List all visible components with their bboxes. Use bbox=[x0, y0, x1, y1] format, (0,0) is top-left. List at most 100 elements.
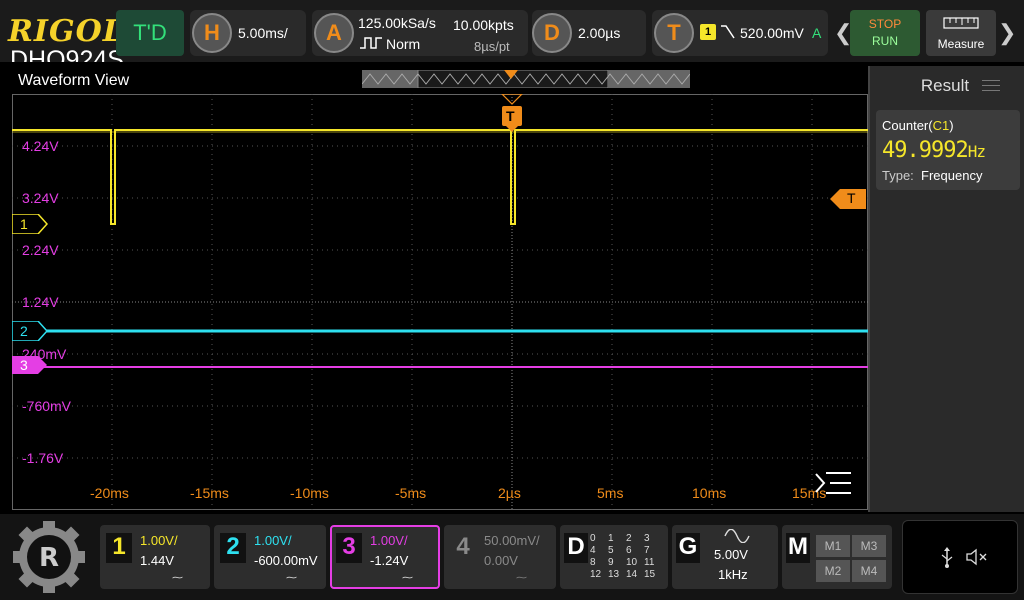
svg-text:R: R bbox=[39, 543, 59, 573]
stop-label: STOP bbox=[868, 17, 902, 31]
channel-2-scale: 1.00V/ bbox=[254, 533, 292, 548]
channel-3-scale: 1.00V/ bbox=[370, 533, 408, 548]
counter-type-value: Frequency bbox=[921, 168, 983, 183]
measure-button[interactable]: Measure bbox=[926, 10, 996, 56]
trigger-mode-button[interactable]: T'D bbox=[116, 10, 184, 56]
time-label: 2µs bbox=[498, 485, 521, 501]
trigger-key-icon[interactable]: T bbox=[654, 13, 694, 53]
acquire-mode: Norm bbox=[386, 36, 421, 52]
channel-2-offset: -600.00mV bbox=[254, 553, 318, 568]
volt-label: 2.24V bbox=[22, 242, 59, 258]
digital-ch-num: 12 bbox=[590, 569, 602, 580]
channel-1-scale: 1.00V/ bbox=[140, 533, 178, 548]
digital-ch-num: 0 bbox=[590, 533, 596, 544]
channel-3-offset: -1.24V bbox=[370, 553, 409, 568]
time-label: -10ms bbox=[290, 485, 329, 501]
waveform-view-title: Waveform View bbox=[18, 72, 130, 89]
horizontal-key-icon[interactable]: H bbox=[192, 13, 232, 53]
volt-label: -1.76V bbox=[22, 450, 64, 466]
generator-frequency: 1kHz bbox=[718, 567, 748, 582]
dc-coupling-icon: ⁓ bbox=[402, 572, 413, 584]
ch3-marker[interactable] bbox=[12, 356, 48, 374]
acquire-key-icon[interactable]: A bbox=[314, 13, 354, 53]
counter-result-card[interactable]: Counter(C1) 49.9992Hz Type: Frequency bbox=[876, 110, 1020, 190]
generator-box[interactable]: G 5.00V 1kHz bbox=[672, 525, 778, 589]
measure-label: Measure bbox=[937, 37, 985, 51]
trigger-level-label: T bbox=[847, 190, 856, 206]
digital-ch-num: 2 bbox=[626, 533, 632, 544]
counter-label: Counter( bbox=[882, 118, 933, 133]
trigger-level: 520.00mV bbox=[740, 25, 804, 41]
ch1-trace bbox=[12, 129, 868, 225]
math-m4[interactable]: M4 bbox=[852, 560, 886, 582]
digital-ch-num: 3 bbox=[644, 533, 650, 544]
math-box[interactable]: M M1 M3 M2 M4 bbox=[782, 525, 892, 589]
digital-ch-num: 10 bbox=[626, 557, 638, 568]
time-label: -15ms bbox=[190, 485, 229, 501]
digital-ch-num: 8 bbox=[590, 557, 596, 568]
counter-number: 49.9992 bbox=[882, 138, 969, 163]
rigol-gear-logo-icon[interactable]: R bbox=[12, 520, 86, 594]
digital-ch-num: 7 bbox=[644, 545, 650, 556]
digital-box[interactable]: D 0 1 2 3 4 5 6 7 8 9 10 11 12 13 14 15 bbox=[560, 525, 668, 589]
volt-label: 4.24V bbox=[22, 138, 59, 154]
stop-run-button[interactable]: STOP RUN bbox=[850, 10, 920, 56]
ch2-marker-label: 2 bbox=[20, 323, 28, 339]
ch1-marker-label: 1 bbox=[20, 216, 28, 232]
digital-ch-num: 11 bbox=[644, 557, 655, 568]
ch2-marker[interactable] bbox=[12, 321, 48, 341]
digital-ch-num: 5 bbox=[608, 545, 614, 556]
volt-label: -760mV bbox=[22, 398, 72, 414]
generator-amplitude: 5.00V bbox=[714, 547, 748, 562]
generator-key: G bbox=[676, 533, 700, 563]
channel-4-box[interactable]: 4 50.00mV/ 0.00V ⁓ bbox=[444, 525, 556, 589]
menu-icon[interactable] bbox=[814, 470, 852, 496]
time-per-point: 8µs/pt bbox=[474, 39, 510, 54]
channel-4-scale: 50.00mV/ bbox=[484, 533, 540, 548]
ch1-marker[interactable] bbox=[12, 214, 48, 234]
counter-type: Type: Frequency bbox=[882, 168, 982, 183]
channel-2-box[interactable]: 2 1.00V/ -600.00mV ⁓ bbox=[214, 525, 326, 589]
counter-channel: C1 bbox=[932, 118, 950, 133]
channel-4-offset: 0.00V bbox=[484, 553, 518, 568]
run-label: RUN bbox=[872, 34, 898, 48]
trigger-source-badge: 1 bbox=[700, 24, 716, 40]
digital-ch-num: 14 bbox=[626, 569, 638, 580]
mute-speaker-icon[interactable] bbox=[965, 547, 989, 567]
delay-value: 2.00µs bbox=[578, 25, 621, 41]
channel-1-offset: 1.44V bbox=[140, 553, 174, 568]
counter-heading: Counter(C1) bbox=[882, 118, 954, 133]
digital-ch-num: 4 bbox=[590, 545, 596, 556]
brand-logo: RIGOL bbox=[8, 14, 125, 49]
counter-close: ) bbox=[949, 118, 954, 133]
channel-3-box[interactable]: 3 1.00V/ -1.24V ⁓ bbox=[330, 525, 440, 589]
sample-rate: 125.00kSa/s bbox=[358, 15, 436, 31]
trigger-position-label: T bbox=[506, 108, 515, 124]
digital-ch-num: 1 bbox=[608, 533, 614, 544]
record-overview[interactable] bbox=[362, 70, 690, 88]
math-key: M bbox=[786, 533, 810, 563]
digital-ch-num: 13 bbox=[608, 569, 620, 580]
delay-key-icon[interactable]: D bbox=[532, 13, 572, 53]
math-m3[interactable]: M3 bbox=[852, 535, 886, 557]
ch3-marker-label: 3 bbox=[20, 357, 28, 373]
counter-unit: Hz bbox=[967, 142, 986, 161]
time-label: -20ms bbox=[90, 485, 129, 501]
horizontal-scale: 5.00ms/ bbox=[238, 25, 288, 41]
dc-coupling-icon: ⁓ bbox=[286, 572, 297, 584]
rising-edge-icon bbox=[721, 25, 735, 39]
digital-channel-grid: 0 1 2 3 4 5 6 7 8 9 10 11 12 13 14 15 bbox=[590, 533, 662, 580]
time-label: 5ms bbox=[597, 485, 624, 501]
channel-4-number: 4 bbox=[450, 533, 476, 563]
counter-type-label: Type: bbox=[882, 168, 914, 183]
channel-1-box[interactable]: 1 1.00V/ 1.44V ⁓ bbox=[100, 525, 210, 589]
chevron-right-icon[interactable]: ❯ bbox=[998, 20, 1016, 46]
result-panel[interactable]: Result Counter(C1) 49.9992Hz Type: Frequ… bbox=[868, 66, 1024, 512]
math-m2[interactable]: M2 bbox=[816, 560, 850, 582]
volt-label: 1.24V bbox=[22, 294, 59, 310]
usb-icon[interactable] bbox=[939, 547, 955, 569]
math-m1[interactable]: M1 bbox=[816, 535, 850, 557]
hamburger-icon[interactable] bbox=[982, 76, 1000, 95]
time-label: 10ms bbox=[692, 485, 727, 501]
volt-label: 3.24V bbox=[22, 190, 59, 206]
